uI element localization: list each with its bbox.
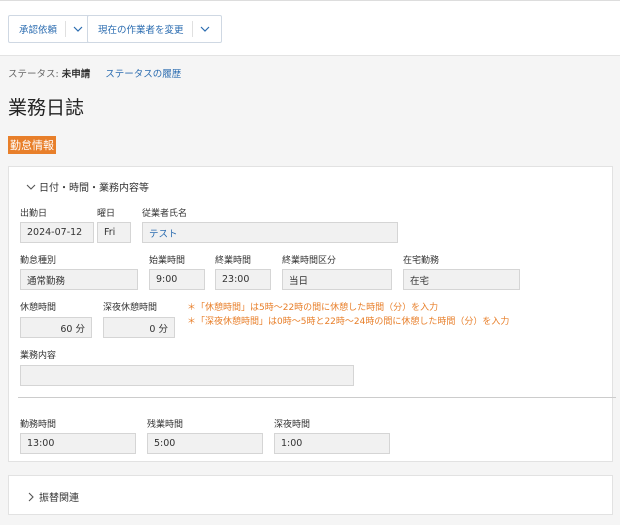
night-break-note: ＊「深夜休憩時間」は0時〜5時と22時〜24時の間に休憩した時間（分）を入力: [187, 317, 510, 327]
transfer-panel: 振替関連: [8, 475, 613, 515]
transfer-panel-toggle[interactable]: 振替関連: [25, 489, 79, 504]
status-prefix: ステータス:: [8, 69, 59, 80]
break-time-field[interactable]: 60 分: [20, 317, 92, 338]
transfer-panel-heading: 振替関連: [39, 493, 79, 504]
remote-work-label: 在宅勤務: [403, 256, 440, 266]
employee-field[interactable]: テスト: [142, 222, 398, 243]
end-time-category-field[interactable]: 当日: [282, 269, 392, 290]
work-date-label: 出勤日: [20, 209, 48, 219]
end-time-label: 終業時間: [215, 256, 252, 266]
details-panel-toggle[interactable]: 日付・時間・業務内容等: [25, 179, 149, 194]
button-divider: [191, 21, 193, 37]
details-panel: 日付・時間・業務内容等 出勤日 2024-07-12 曜日 Fri 従業者氏名 …: [8, 166, 616, 462]
work-content-label: 業務内容: [20, 351, 57, 361]
work-content-field[interactable]: [20, 365, 354, 386]
break-time-label: 休憩時間: [20, 303, 57, 313]
change-worker-label: 現在の作業者を変更: [98, 25, 184, 36]
employee-label: 従業者氏名: [142, 209, 188, 219]
work-date-field[interactable]: 2024-07-12: [20, 222, 94, 243]
weekday-label: 曜日: [97, 209, 116, 219]
chevron-down-icon: [200, 26, 209, 32]
start-time-field[interactable]: 9:00: [149, 269, 205, 290]
work-hours-label: 勤務時間: [20, 420, 57, 430]
change-worker-button[interactable]: 現在の作業者を変更: [87, 15, 222, 43]
section-divider: [18, 397, 616, 398]
approval-request-label: 承認依頼: [19, 25, 58, 36]
night-hours-label: 深夜時間: [274, 420, 311, 430]
night-break-label: 深夜休憩時間: [103, 303, 158, 313]
status-line: ステータス: 未申請 ステータスの履歴: [8, 66, 181, 80]
break-time-note: ＊「休憩時間」は5時〜22時の間に休憩した時間（分）を入力: [187, 303, 439, 313]
toolbar: 承認依頼 現在の作業者を変更: [0, 0, 620, 56]
end-time-field[interactable]: 23:00: [215, 269, 271, 290]
overtime-field[interactable]: 5:00: [147, 433, 263, 454]
night-break-field[interactable]: 0 分: [103, 317, 175, 338]
approval-request-button[interactable]: 承認依頼: [8, 15, 96, 43]
chevron-down-icon: [26, 184, 36, 190]
weekday-field[interactable]: Fri: [97, 222, 131, 243]
page-title: 業務日誌: [8, 97, 85, 119]
details-panel-heading: 日付・時間・業務内容等: [39, 183, 149, 194]
chevron-down-icon: [73, 26, 83, 32]
status-value: 未申請: [61, 69, 91, 80]
overtime-label: 残業時間: [147, 420, 184, 430]
attendance-type-field[interactable]: 通常勤務: [20, 269, 138, 290]
start-time-label: 始業時間: [149, 256, 186, 266]
night-hours-field[interactable]: 1:00: [274, 433, 390, 454]
work-hours-field[interactable]: 13:00: [20, 433, 136, 454]
section-tag: 勤怠情報: [8, 136, 56, 154]
chevron-right-icon: [28, 492, 34, 501]
attendance-type-label: 勤怠種別: [20, 256, 57, 266]
end-time-category-label: 終業時間区分: [282, 256, 337, 266]
status-history-link[interactable]: ステータスの履歴: [105, 69, 181, 80]
button-divider: [65, 21, 67, 37]
remote-work-field[interactable]: 在宅: [403, 269, 520, 290]
